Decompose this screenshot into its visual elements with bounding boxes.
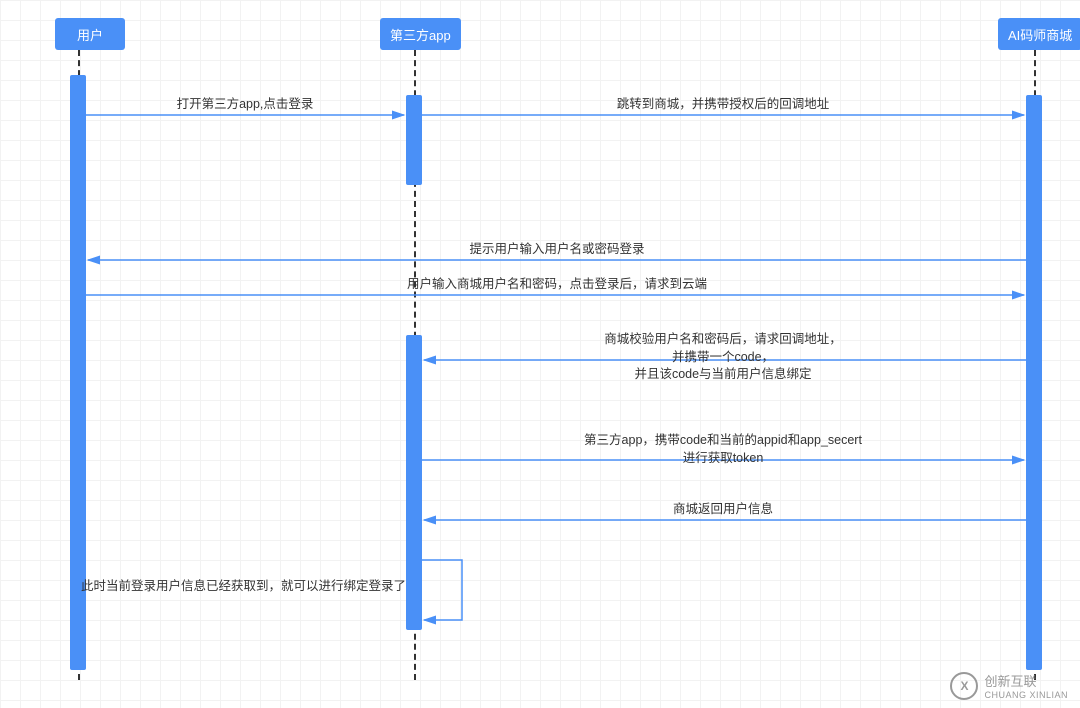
message-label: 跳转到商城，并携带授权后的回调地址 xyxy=(617,96,830,114)
watermark: X 创新互联 CHUANG XINLIAN xyxy=(950,671,1068,700)
watermark-brand: 创新互联 xyxy=(984,674,1036,689)
watermark-logo-icon: X xyxy=(950,672,978,700)
arrows-layer xyxy=(0,0,1080,708)
message-label: 打开第三方app,点击登录 xyxy=(177,96,314,114)
message-label: 商城校验用户名和密码后，请求回调地址，并携带一个code，并且该code与当前用… xyxy=(604,331,842,384)
message-label: 商城返回用户信息 xyxy=(673,501,773,519)
message-label: 用户输入商城用户名和密码，点击登录后，请求到云端 xyxy=(407,276,707,294)
sequence-diagram: 用户 第三方app AI码师商城 打开 xyxy=(0,0,1080,708)
message-label: 提示用户输入用户名或密码登录 xyxy=(469,241,644,259)
message-label: 此时当前登录用户信息已经获取到，就可以进行绑定登录了 xyxy=(81,578,414,596)
watermark-sub: CHUANG XINLIAN xyxy=(984,690,1068,700)
message-label: 第三方app，携带code和当前的appid和app_secert进行获取tok… xyxy=(584,432,862,467)
